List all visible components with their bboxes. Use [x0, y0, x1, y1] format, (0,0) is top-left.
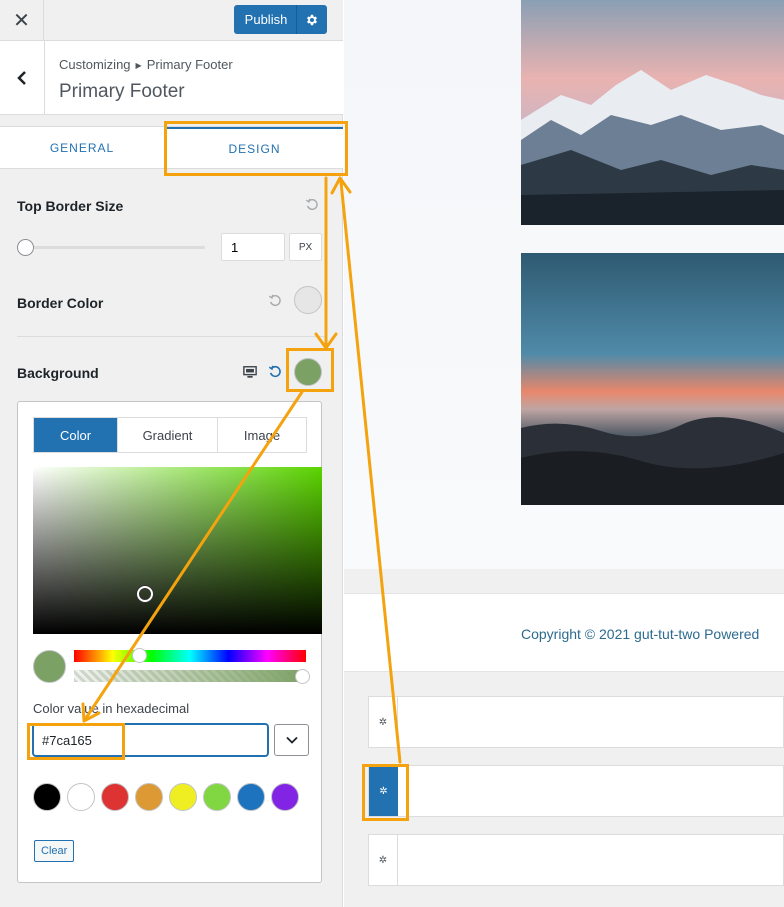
palette-swatch[interactable]: [237, 783, 265, 811]
picker-tab-color[interactable]: Color: [34, 418, 118, 452]
copyright-text: Copyright © 2021 gut-tut-two Powered: [521, 626, 760, 642]
color-picker-popover: Color Gradient Image Color value in hexa…: [17, 401, 322, 883]
top-border-size-input[interactable]: [221, 233, 285, 261]
palette-swatch[interactable]: [169, 783, 197, 811]
primary-footer[interactable]: Copyright © 2021 gut-tut-two Powered: [344, 593, 784, 672]
top-border-size-label: Top Border Size: [17, 198, 124, 214]
sunset-image: [521, 253, 784, 505]
saturation-cursor[interactable]: [137, 586, 153, 602]
palette-swatch[interactable]: [67, 783, 95, 811]
breadcrumb-current: Primary Footer: [146, 57, 233, 72]
color-format-dropdown[interactable]: [274, 724, 309, 756]
reset-border-color-icon[interactable]: [268, 294, 282, 308]
divider: [17, 336, 326, 337]
row-settings-gear-icon[interactable]: ✲: [369, 697, 398, 747]
row-settings-gear-icon[interactable]: ✲: [369, 835, 398, 885]
publish-label: Publish: [244, 12, 288, 27]
color-palette: [33, 783, 299, 811]
unit-selector[interactable]: PX: [289, 233, 322, 261]
highlight-background-swatch: [286, 348, 334, 392]
hue-slider-handle[interactable]: [132, 648, 147, 663]
preview-content: [344, 0, 784, 569]
close-icon: ✕: [13, 9, 30, 32]
highlight-design-tab: [164, 121, 348, 176]
palette-swatch[interactable]: [101, 783, 129, 811]
chevron-down-icon: [285, 736, 298, 744]
reset-top-border-icon[interactable]: [305, 198, 319, 212]
undo-icon[interactable]: [268, 365, 282, 379]
palette-swatch[interactable]: [33, 783, 61, 811]
background-label: Background: [17, 365, 99, 381]
mountain-image: [521, 0, 784, 225]
border-color-label: Border Color: [17, 295, 104, 311]
picker-tab-image[interactable]: Image: [218, 418, 306, 452]
breadcrumb: Customizing ▶ Primary Footer: [59, 57, 233, 72]
border-color-swatch[interactable]: [294, 286, 322, 314]
footer-row-top[interactable]: ✲: [368, 696, 784, 748]
customizer-topbar: ✕ Publish: [0, 0, 343, 41]
breadcrumb-arrow-icon: ▶: [135, 61, 142, 70]
tab-general[interactable]: GENERAL: [0, 127, 165, 168]
site-preview: Copyright © 2021 gut-tut-two Powered ✲ ✲…: [344, 0, 784, 907]
highlight-hex-input: [27, 723, 125, 760]
picker-tab-gradient[interactable]: Gradient: [118, 418, 218, 452]
back-button[interactable]: [0, 41, 45, 114]
clear-color-button[interactable]: Clear: [34, 840, 75, 862]
palette-swatch[interactable]: [271, 783, 299, 811]
top-border-slider-track[interactable]: [25, 246, 205, 249]
highlight-primary-row: [362, 764, 409, 821]
palette-swatch[interactable]: [135, 783, 163, 811]
section-header: Customizing ▶ Primary Footer Primary Foote…: [0, 41, 343, 115]
alpha-slider[interactable]: [74, 670, 306, 682]
desktop-icon[interactable]: [243, 365, 257, 379]
hue-slider[interactable]: [74, 650, 306, 662]
breadcrumb-root: Customizing: [59, 57, 131, 72]
palette-swatch[interactable]: [203, 783, 231, 811]
picker-tabs: Color Gradient Image: [33, 417, 307, 453]
current-color-preview: [33, 650, 66, 683]
close-customizer-button[interactable]: ✕: [0, 0, 44, 40]
publish-button[interactable]: Publish: [234, 5, 327, 34]
alpha-slider-handle[interactable]: [295, 669, 310, 684]
saturation-value-area[interactable]: [33, 467, 322, 634]
hex-value-label: Color value in hexadecimal: [33, 701, 190, 716]
page-title: Primary Footer: [59, 81, 185, 102]
top-border-slider-handle[interactable]: [17, 239, 34, 256]
footer-row-primary[interactable]: ✲: [368, 765, 784, 817]
publish-settings-gear-icon[interactable]: [297, 13, 327, 27]
footer-row-bottom[interactable]: ✲: [368, 834, 784, 886]
chevron-left-icon: [17, 70, 26, 85]
